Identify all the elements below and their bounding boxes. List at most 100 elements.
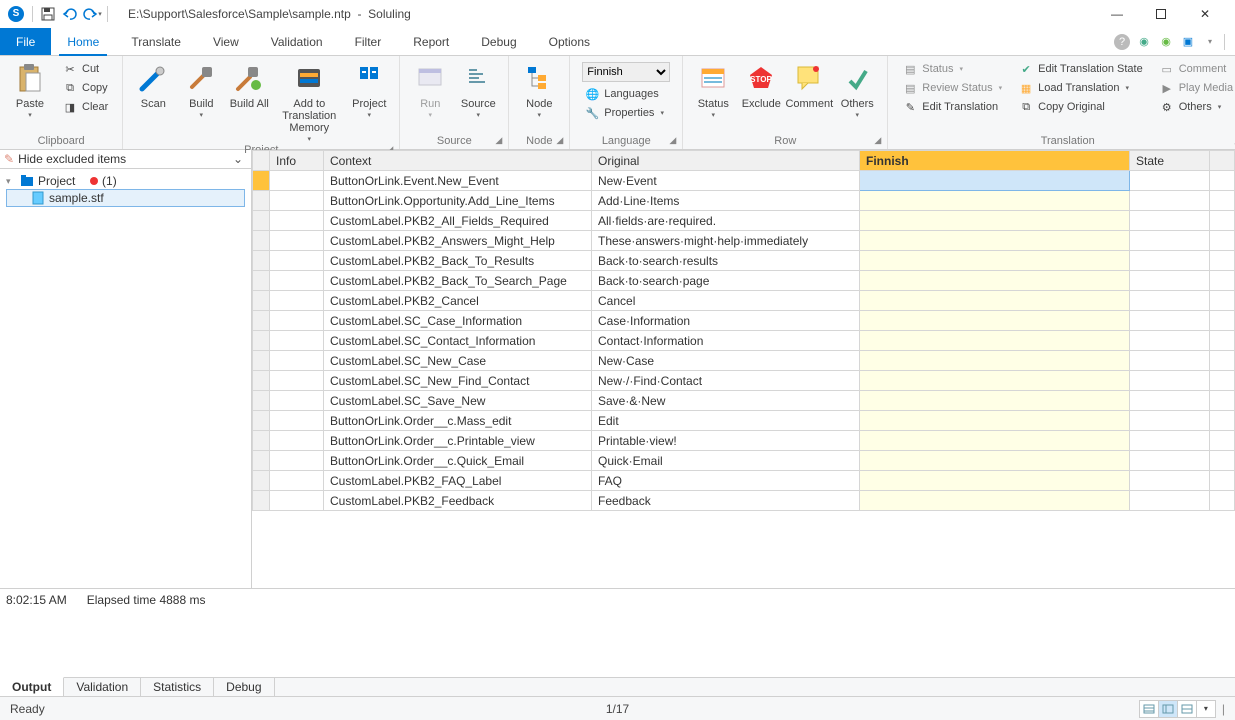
view-btn-more[interactable]: ▾ xyxy=(1196,700,1216,718)
node-button[interactable]: Node▾ xyxy=(515,58,563,118)
exclude-button[interactable]: STOPExclude xyxy=(737,58,785,110)
run-button[interactable]: Run▾ xyxy=(406,58,454,118)
row-comment-button[interactable]: Comment xyxy=(785,58,833,110)
languages-button[interactable]: 🌐Languages xyxy=(580,85,672,103)
dialog-launcher-icon[interactable]: ◢ xyxy=(495,135,502,146)
paste-button[interactable]: Paste ▾ xyxy=(6,58,54,118)
menu-tab-filter[interactable]: Filter xyxy=(339,28,398,55)
redo-icon[interactable]: ▾ xyxy=(81,3,103,25)
collapse-icon[interactable]: ▾ xyxy=(6,176,16,187)
cell-finnish[interactable] xyxy=(860,191,1130,211)
table-row[interactable]: ButtonOrLink.Event.New_EventNew·Event xyxy=(253,171,1235,191)
project-tree-root[interactable]: ▾ Project (1) xyxy=(6,173,245,189)
table-row[interactable]: CustomLabel.PKB2_Answers_Might_HelpThese… xyxy=(253,231,1235,251)
grid-header-marker[interactable] xyxy=(253,151,270,171)
row-others-button[interactable]: Others▾ xyxy=(833,58,881,118)
menu-tab-debug[interactable]: Debug xyxy=(465,28,532,55)
cell-finnish[interactable] xyxy=(860,371,1130,391)
table-row[interactable]: ButtonOrLink.Opportunity.Add_Line_ItemsA… xyxy=(253,191,1235,211)
grid-header-finnish[interactable]: Finnish xyxy=(860,151,1130,171)
file-tab[interactable]: File xyxy=(0,28,51,55)
clear-button[interactable]: ◨Clear xyxy=(58,98,112,116)
view-btn-1[interactable] xyxy=(1139,700,1159,718)
table-row[interactable]: CustomLabel.PKB2_FeedbackFeedback xyxy=(253,491,1235,511)
build-all-button[interactable]: Build All xyxy=(225,58,273,110)
cell-finnish[interactable] xyxy=(860,291,1130,311)
table-row[interactable]: CustomLabel.SC_Save_NewSave·&·New xyxy=(253,391,1235,411)
table-row[interactable]: CustomLabel.SC_New_Find_ContactNew·/·Fin… xyxy=(253,371,1235,391)
menu-tab-report[interactable]: Report xyxy=(397,28,465,55)
log-tab-debug[interactable]: Debug xyxy=(214,678,274,696)
dialog-launcher-icon[interactable]: ◢ xyxy=(874,135,881,146)
cell-finnish[interactable] xyxy=(860,171,1130,191)
menu-tab-validation[interactable]: Validation xyxy=(255,28,339,55)
cell-finnish[interactable] xyxy=(860,351,1130,371)
save-icon[interactable] xyxy=(37,3,59,25)
trans-others-button[interactable]: ⚙Others▾ xyxy=(1155,98,1235,116)
cell-finnish[interactable] xyxy=(860,251,1130,271)
copy-button[interactable]: ⧉Copy xyxy=(58,79,112,97)
table-row[interactable]: CustomLabel.PKB2_FAQ_LabelFAQ xyxy=(253,471,1235,491)
log-tab-validation[interactable]: Validation xyxy=(64,678,141,696)
grid-header-context[interactable]: Context xyxy=(324,151,592,171)
scan-button[interactable]: Scan xyxy=(129,58,177,110)
table-row[interactable]: CustomLabel.SC_Case_InformationCase·Info… xyxy=(253,311,1235,331)
cell-finnish[interactable] xyxy=(860,491,1130,511)
close-button[interactable]: ✕ xyxy=(1183,0,1227,28)
language-select[interactable]: Finnish xyxy=(582,62,670,82)
controller-icon[interactable]: ◉ xyxy=(1136,34,1152,50)
tree-file-item[interactable]: sample.stf xyxy=(6,189,245,207)
undo-icon[interactable] xyxy=(59,3,81,25)
table-row[interactable]: CustomLabel.SC_Contact_InformationContac… xyxy=(253,331,1235,351)
cell-finnish[interactable] xyxy=(860,471,1130,491)
copy-original-button[interactable]: ⧉Copy Original xyxy=(1014,98,1147,116)
add-to-tm-button[interactable]: Add to Translation Memory▾ xyxy=(273,58,345,142)
maximize-button[interactable] xyxy=(1139,0,1183,28)
log-tab-output[interactable]: Output xyxy=(0,677,64,696)
cell-finnish[interactable] xyxy=(860,411,1130,431)
source-button[interactable]: Source▾ xyxy=(454,58,502,118)
grid-header-state[interactable]: State xyxy=(1130,151,1210,171)
minimize-button[interactable]: — xyxy=(1095,0,1139,28)
table-row[interactable]: ButtonOrLink.Order__c.Quick_EmailQuick·E… xyxy=(253,451,1235,471)
view-btn-3[interactable] xyxy=(1177,700,1197,718)
menu-chevron-icon[interactable]: ▾ xyxy=(1202,34,1218,50)
table-row[interactable]: CustomLabel.PKB2_Back_To_ResultsBack·to·… xyxy=(253,251,1235,271)
play-media-button[interactable]: ▶Play Media xyxy=(1155,79,1235,97)
row-status-button[interactable]: Status▾ xyxy=(689,58,737,118)
review-status-button[interactable]: ▤Review Status▾ xyxy=(898,79,1006,97)
cell-finnish[interactable] xyxy=(860,271,1130,291)
build-button[interactable]: Build▾ xyxy=(177,58,225,118)
table-row[interactable]: CustomLabel.PKB2_All_Fields_RequiredAll·… xyxy=(253,211,1235,231)
table-row[interactable]: CustomLabel.PKB2_CancelCancel xyxy=(253,291,1235,311)
menu-tab-options[interactable]: Options xyxy=(533,28,606,55)
dialog-launcher-icon[interactable]: ◢ xyxy=(556,135,563,146)
project-button[interactable]: Project▾ xyxy=(345,58,393,118)
log-tab-statistics[interactable]: Statistics xyxy=(141,678,214,696)
monitor-icon[interactable]: ▣ xyxy=(1180,34,1196,50)
cell-finnish[interactable] xyxy=(860,311,1130,331)
table-row[interactable]: CustomLabel.PKB2_Back_To_Search_PageBack… xyxy=(253,271,1235,291)
cell-finnish[interactable] xyxy=(860,231,1130,251)
cell-finnish[interactable] xyxy=(860,431,1130,451)
dialog-launcher-icon[interactable]: ◢ xyxy=(669,135,676,146)
load-translation-button[interactable]: ▦Load Translation▾ xyxy=(1014,79,1147,97)
language-properties-button[interactable]: 🔧Properties▾ xyxy=(580,104,672,122)
cell-finnish[interactable] xyxy=(860,391,1130,411)
cut-button[interactable]: ✂Cut xyxy=(58,60,112,78)
menu-tab-home[interactable]: Home xyxy=(51,28,115,55)
view-btn-2[interactable] xyxy=(1158,700,1178,718)
edit-translation-button[interactable]: ✎Edit Translation xyxy=(898,98,1006,116)
table-row[interactable]: CustomLabel.SC_New_CaseNew·Case xyxy=(253,351,1235,371)
table-row[interactable]: ButtonOrLink.Order__c.Mass_editEdit xyxy=(253,411,1235,431)
trans-status-button[interactable]: ▤Status▾ xyxy=(898,60,1006,78)
edit-trans-state-button[interactable]: ✔Edit Translation State xyxy=(1014,60,1147,78)
cell-finnish[interactable] xyxy=(860,451,1130,471)
table-row[interactable]: ButtonOrLink.Order__c.Printable_viewPrin… xyxy=(253,431,1235,451)
help-icon[interactable]: ? xyxy=(1114,34,1130,50)
cell-finnish[interactable] xyxy=(860,331,1130,351)
alien-icon[interactable]: ◉ xyxy=(1158,34,1174,50)
trans-comment-button[interactable]: ▭Comment xyxy=(1155,60,1235,78)
cell-finnish[interactable] xyxy=(860,211,1130,231)
menu-tab-view[interactable]: View xyxy=(197,28,255,55)
